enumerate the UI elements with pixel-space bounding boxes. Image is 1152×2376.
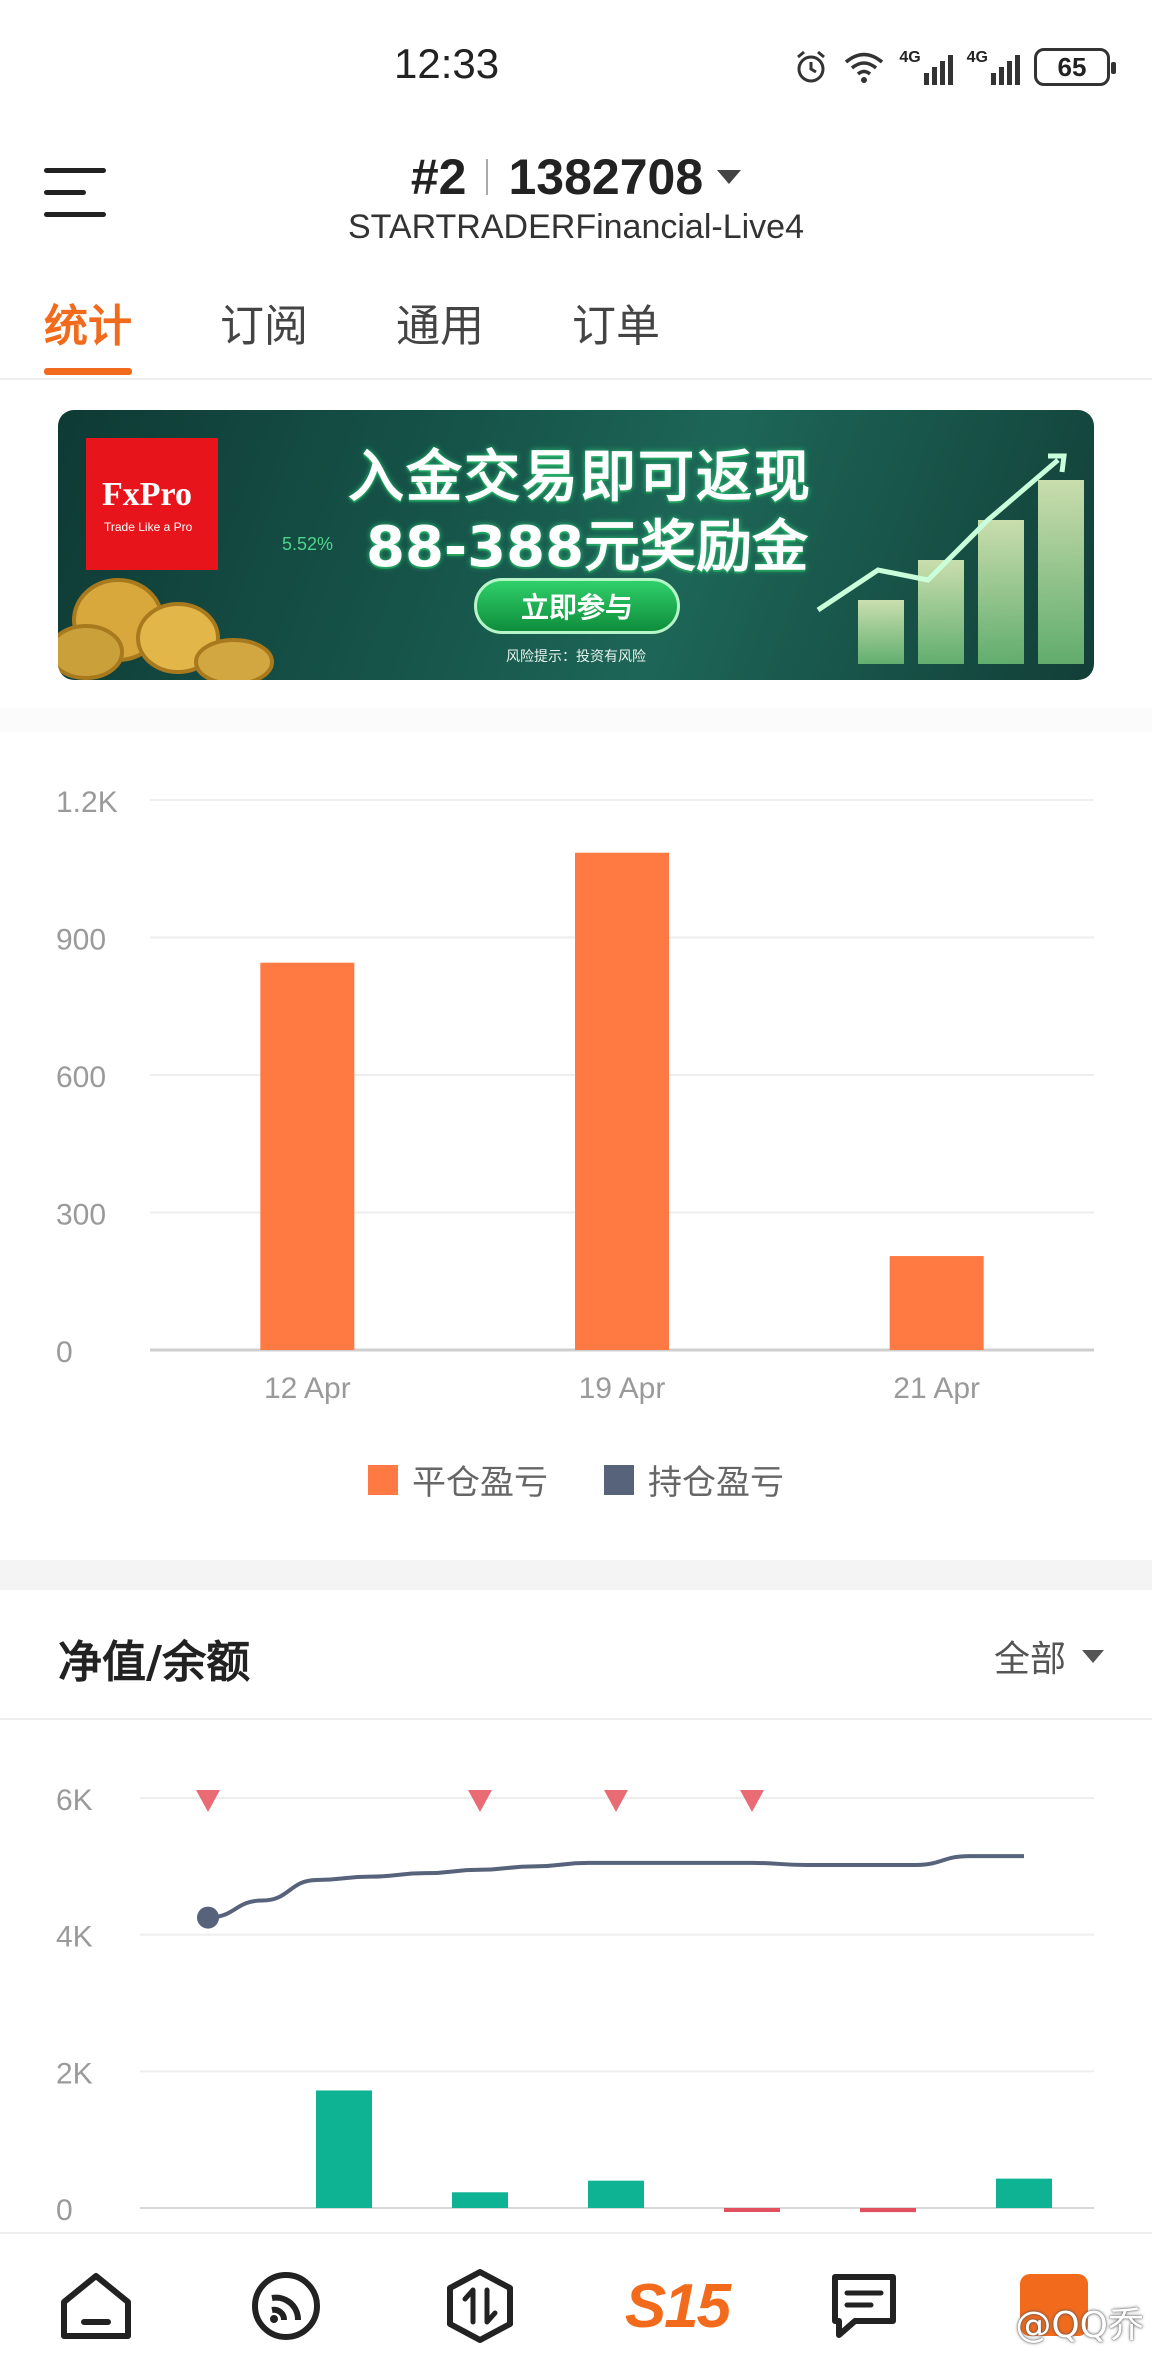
equity-balance-chart: 0 2K 4K 6K [0,1720,1152,2230]
bar-daily-change [860,2208,916,2213]
banner-headline: 入金交易即可返现 [348,445,812,510]
account-index: #2 [410,149,467,205]
battery-level: 65 [1057,51,1087,82]
y-tick-label: 300 [56,1199,106,1232]
bar-daily-change [588,2180,644,2208]
nav-messages[interactable] [820,2264,908,2348]
bar-daily-change [724,2208,780,2212]
bar-closed-pnl [889,1256,984,1350]
status-bar: 12:33 4G 4G 65 [0,0,1152,130]
section-divider [0,708,1152,732]
tab-general[interactable]: 通用 [396,290,484,354]
y-tick-label: 0 [56,2194,73,2227]
event-marker-icon [740,1790,764,1812]
caret-down-icon [1082,1649,1104,1663]
banner-risk-note: 风险提示：投资有风险 [506,649,646,665]
legend-swatch-open [604,1464,634,1495]
equity-chart-svg: 0 2K 4K 6K [56,1784,1094,2227]
bar-daily-change [316,2090,372,2208]
equity-balance-header: 净值/余额 全部 [0,1590,1152,1720]
event-marker-icon [468,1790,492,1812]
legend-label-open: 持仓盈亏 [648,1463,784,1503]
server-name: STARTRADERFinancial-Live4 [348,208,804,246]
battery-icon: 65 [1034,48,1116,86]
legend-swatch-closed [368,1464,398,1495]
tab-stats[interactable]: 统计 [44,290,132,354]
tab-orders[interactable]: 订单 [572,290,660,354]
y-tick-label: 0 [56,1336,73,1369]
event-marker-icon [604,1790,628,1812]
message-icon [832,2274,896,2338]
watermark: @QQ乔 [1015,2305,1144,2346]
bar-daily-change [452,2192,508,2208]
section-divider-2 [0,1560,1152,1590]
nav-home[interactable] [52,2264,140,2348]
x-tick-label: 19 Apr [579,1372,666,1405]
home-icon [61,2273,131,2339]
tab-bar: 统计 订阅 通用 订单 [0,280,1152,380]
legend-label-closed: 平仓盈亏 [412,1463,548,1503]
tab-subscribe[interactable]: 订阅 [220,290,308,354]
banner-percent: 5.52% [282,534,334,554]
trade-icon [447,2269,513,2343]
bar-daily-change [996,2178,1052,2208]
fxpro-logo: FxPro Trade Like a Pro [86,438,218,570]
status-icons: 4G 4G 65 [793,44,1116,90]
range-filter-label: 全部 [993,1639,1066,1680]
signal-1-icon: 4G [899,49,953,85]
nav-s15[interactable]: S15 [612,2264,742,2348]
logo-tagline: Trade Like a Pro [104,520,193,534]
y-tick-label: 900 [56,924,106,957]
caret-down-icon [717,170,742,184]
legend-item-closed-pnl[interactable]: 平仓盈亏 [368,1455,548,1504]
y-tick-label: 1.2K [56,786,118,819]
y-tick-label: 4K [56,1921,93,1954]
y-tick-label: 600 [56,1061,106,1094]
bar-closed-pnl [575,852,669,1350]
account-separator [486,159,489,195]
s15-logo: S15 [624,2271,731,2341]
range-filter-dropdown[interactable]: 全部 [994,1630,1104,1682]
logo-text: FxPro [102,476,193,513]
account-number: 1382708 [508,149,704,205]
x-tick-label: 12 Apr [264,1372,351,1405]
tab-active-indicator [44,368,132,375]
nav-trade[interactable] [436,2264,524,2348]
app-header: #2 1382708 STARTRADERFinancial-Live4 [0,130,1152,260]
account-selector[interactable]: #2 1382708 [0,148,1152,206]
pnl-chart-svg: 0 300 600 900 1.2K 12 Apr 19 Apr 21 Apr [56,786,1094,1405]
equity-line [207,1854,1024,1920]
equity-balance-title: 净值/余额 [58,1637,251,1688]
pnl-legend: 平仓盈亏 持仓盈亏 [0,1455,1152,1504]
bottom-nav: S15 @QQ乔 [0,2232,1152,2376]
feed-icon [252,2272,320,2340]
signal-2-icon: 4G [967,49,1020,85]
status-time: 12:33 [394,40,500,87]
event-marker-icon [196,1790,220,1812]
promo-banner[interactable]: FxPro Trade Like a Pro 5.52% 入金交易即可返现 88… [58,410,1094,680]
banner-subline: 88-388元奖励金 [366,515,809,580]
legend-item-open-pnl[interactable]: 持仓盈亏 [604,1455,784,1504]
equity-start-point [197,1906,219,1929]
network-label-1: 4G [899,49,921,66]
x-tick-label: 21 Apr [893,1372,980,1405]
alarm-icon [797,50,826,83]
pnl-bar-chart: 0 300 600 900 1.2K 12 Apr 19 Apr 21 Apr 平仓盈亏 持仓… [0,735,1152,1555]
y-tick-label: 2K [56,2057,93,2090]
nav-feed[interactable] [242,2264,330,2348]
bar-closed-pnl [260,962,355,1350]
network-label-2: 4G [966,49,988,66]
wifi-icon [845,52,884,83]
y-tick-label: 6K [56,1784,93,1817]
banner-cta-button[interactable]: 立即参与 [474,578,680,634]
